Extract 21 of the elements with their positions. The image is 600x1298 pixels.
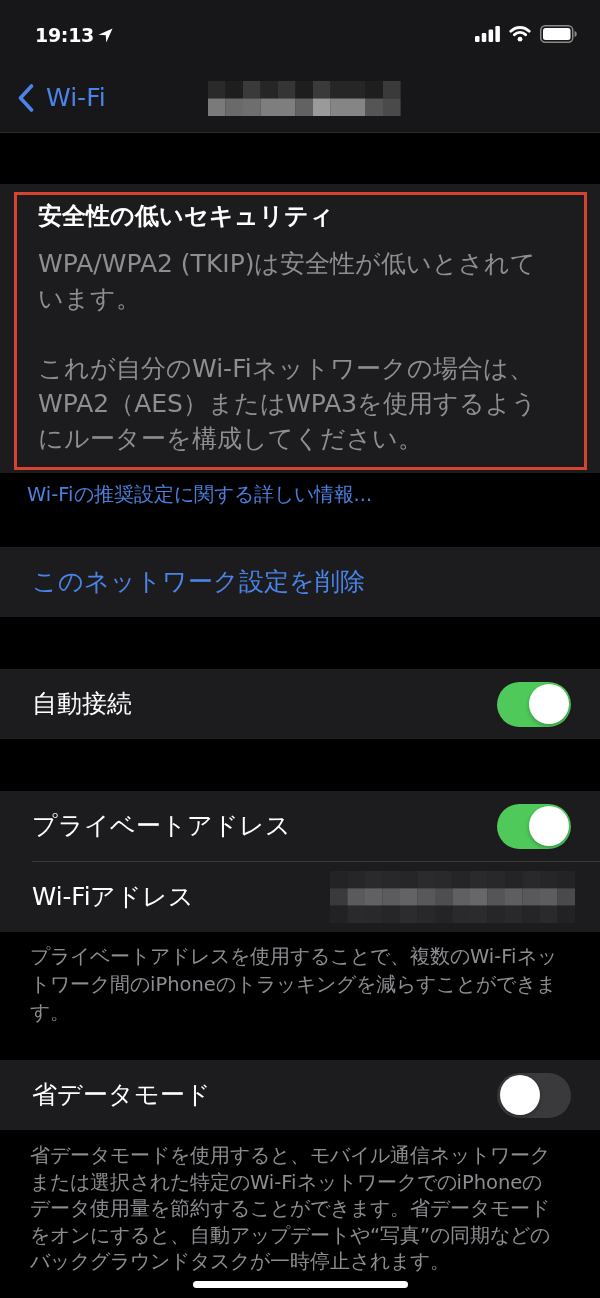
- toggle-switch[interactable]: [497, 1072, 571, 1118]
- chevron-left-icon: [18, 84, 34, 112]
- warning-text: これが自分のWi-Fiネットワークの場合は、WPA2（AES）またはWPA3を使用するようにルーターを構成してください。: [38, 353, 539, 455]
- back-button[interactable]: Wi-Fi: [18, 82, 106, 114]
- location-arrow-icon: [98, 27, 113, 43]
- battery-icon: [540, 25, 577, 43]
- warning-text: WPA/WPA2 (TKIP)は安全性が低いとされています。: [38, 248, 538, 315]
- setting-label: 省データモード: [32, 1079, 211, 1111]
- toggle-switch[interactable]: [497, 681, 571, 727]
- section-footer-text: 省データモードを使用すると、モバイル通信ネットワークまたは選択された特定のWi-FiネットワークでのiPhoneのデータ使用量を節約することができます。省データモードをオンにすると、自動アップデートや“写真”の同期などのバックグラウンドタスクが一時停止されます。: [29, 1143, 552, 1275]
- setting-label: プライベートアドレス: [32, 810, 291, 842]
- status-time: 19:13: [35, 23, 94, 47]
- toggle-switch[interactable]: [497, 803, 571, 849]
- signal-icon: [475, 26, 500, 42]
- info-link[interactable]: Wi-Fiの推奨設定に関する詳しい情報...: [27, 483, 373, 506]
- wifi-icon: [509, 26, 531, 42]
- setting-label: 自動接続: [32, 688, 132, 720]
- section-footer-text: プライベートアドレスを使用することで、複数のWi-Fiネットワーク間のiPhoneのトラッキングを減らすことができます。: [29, 944, 558, 1026]
- setting-label: Wi-Fiアドレス: [32, 881, 195, 913]
- action-button[interactable]: このネットワーク設定を削除: [32, 566, 365, 598]
- warning-title: 安全性の低いセキュリティ: [38, 201, 335, 231]
